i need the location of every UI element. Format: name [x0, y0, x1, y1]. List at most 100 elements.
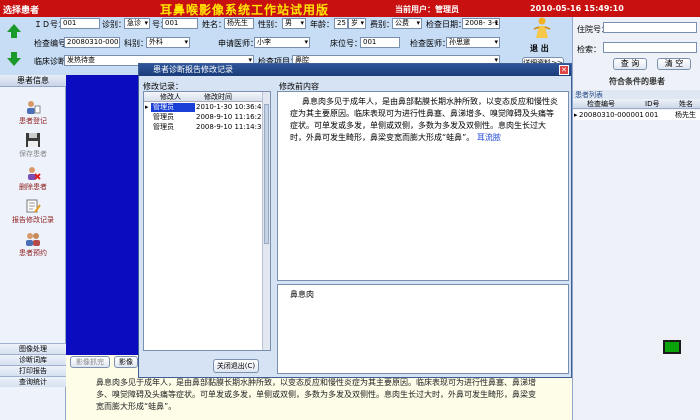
arrow-up-icon[interactable] — [6, 23, 22, 39]
age-input[interactable]: 25 — [334, 18, 348, 29]
exam-no-input[interactable]: 20080310-000001 — [64, 37, 120, 48]
records-scrollbar[interactable] — [262, 92, 270, 350]
records-table: 修改人 修改时间 ▸ 管理员 2010-1-30 10:36:41 管理员 20… — [143, 91, 271, 351]
result-title: 符合条件的患者 — [609, 77, 665, 86]
col-modifier: 修改人 — [160, 93, 181, 101]
query-button[interactable]: 查 询 — [613, 58, 647, 70]
name-label: 姓名： — [202, 20, 226, 29]
record-row[interactable]: 管理员 2008-9-10 11:16:27 — [144, 113, 266, 122]
age-unit-select[interactable]: 岁 — [348, 18, 366, 29]
content-after: 鼻息肉 — [277, 284, 569, 374]
no-input[interactable]: 001 — [162, 18, 198, 29]
fee-label: 费别： — [370, 20, 394, 29]
col-exam-no: 检查编号 — [587, 100, 615, 108]
exit-label: 退 出 — [530, 44, 549, 53]
datetime: 2010-05-16 15:49:10 — [530, 4, 624, 13]
date-label: 检查日期： — [426, 20, 466, 29]
col-name: 姓名 — [679, 100, 693, 108]
app-title: 耳鼻喉影像系统工作站试用版 — [160, 3, 330, 17]
sidebar-item-register[interactable]: 患者登记 — [0, 99, 66, 126]
exam-doctor-select[interactable]: 孙思邈 — [446, 37, 500, 48]
fee-select[interactable]: 公费 — [392, 18, 422, 29]
id-input[interactable]: 001 — [60, 18, 100, 29]
bed-label: 床位号： — [330, 39, 362, 48]
patient-list-title: 患者列表 — [573, 90, 700, 99]
sidebar-bottom-print[interactable]: 打印报告 — [0, 365, 66, 376]
record-time: 2010-1-30 10:36:41 — [196, 103, 266, 111]
row-id: 001 — [645, 111, 659, 119]
panel-title: 选择患者 — [3, 6, 40, 16]
row-name: 杨先生 — [675, 111, 696, 119]
content-before: 鼻息肉多见于成年人，是由鼻部黏膜长期水肿所致，以变态反应和慢性炎症为其主要原因。… — [277, 91, 569, 281]
person-exit-icon — [533, 17, 551, 38]
sidebar-label-register: 患者登记 — [19, 117, 47, 125]
title-bar: 选择患者 耳鼻喉影像系统工作站试用版 当前用户：管理员 2010-05-16 1… — [0, 0, 700, 17]
register-user-icon — [27, 101, 41, 114]
dept-label: 科别： — [124, 39, 148, 48]
content-after-text: 鼻息肉 — [290, 290, 314, 299]
appointment-icon — [26, 233, 40, 246]
bed-input[interactable]: 001 — [360, 37, 400, 48]
row-pointer-icon: ▸ — [145, 103, 149, 111]
record-row[interactable]: 管理员 2008-9-10 11:14:36 — [144, 123, 266, 132]
record-modifier: 管理员 — [153, 123, 174, 131]
sidebar-label-save: 保存患者 — [19, 150, 47, 158]
delete-user-icon — [28, 167, 41, 180]
search-input[interactable] — [603, 42, 697, 53]
record-modifier: 管理员 — [153, 113, 174, 121]
date-picker[interactable]: 2008- 3-10 — [462, 18, 500, 29]
sidebar-label-report-history: 报告修改记录 — [12, 216, 54, 224]
records-header: 修改人 修改时间 — [144, 92, 262, 102]
exit-button[interactable]: 退 出 — [524, 17, 560, 53]
sidebar-item-delete[interactable]: 删除患者 — [0, 165, 66, 192]
dialog-title: 患者诊断报告修改记录 — [153, 65, 233, 74]
sidebar-item-report-history[interactable]: 报告修改记录 — [0, 198, 66, 225]
close-exit-button[interactable]: 关闭退出(C) — [213, 359, 259, 373]
report-edit-icon — [26, 199, 41, 213]
report-history-dialog: 患者诊断报告修改记录 ✕ 修改记录： 修改人 修改时间 ▸ 管理员 2010-1… — [138, 63, 572, 378]
search-label: 检索： — [577, 45, 601, 54]
floppy-disk-icon — [26, 133, 40, 147]
gender-select[interactable]: 男 — [282, 18, 306, 29]
visit-label: 诊别： — [102, 20, 126, 29]
sidebar-item-save[interactable]: 保存患者 — [0, 132, 66, 159]
record-time: 2008-9-10 11:14:36 — [196, 123, 266, 131]
col-id: ID号 — [645, 100, 660, 108]
record-time: 2008-9-10 11:16:27 — [196, 113, 266, 121]
doctor-label: 申请医师： — [218, 39, 258, 48]
content-link[interactable]: 耳流脓 — [477, 133, 501, 142]
sidebar-bottom-image[interactable]: 图像处理 — [0, 343, 66, 354]
records-scroll-thumb[interactable] — [264, 104, 269, 244]
sidebar-header: 患者信息 — [0, 75, 66, 87]
report-doc-text: 鼻息肉多见于成年人，是由鼻部黏膜长期水肿所致，以变态反应和慢性炎症为其主要原因。… — [96, 378, 536, 411]
image-capture-button[interactable]: 影像抓完 — [70, 356, 110, 368]
record-modifier: 管理员 — [151, 103, 195, 112]
gender-label: 性别： — [258, 20, 282, 29]
clear-button[interactable]: 清 空 — [657, 58, 691, 70]
dept-select[interactable]: 外科 — [146, 37, 190, 48]
arrow-down-icon[interactable] — [6, 51, 22, 67]
right-panel: 住院号： 检索： 查 询 清 空 符合条件的患者 患者列表 检查编号 ID号 姓… — [572, 17, 700, 420]
patient-list-header: 检查编号 ID号 姓名 — [573, 99, 700, 109]
image-button[interactable]: 影像 — [114, 356, 138, 368]
dialog-titlebar: 患者诊断报告修改记录 ✕ — [139, 64, 571, 76]
sidebar-bottom-stats[interactable]: 查询统计 — [0, 376, 66, 387]
status-indicator — [663, 340, 681, 354]
current-user: 当前用户：管理员 — [395, 5, 459, 14]
row-exam-no: 20080310-000001 — [579, 111, 644, 119]
doctor-select[interactable]: 小李 — [254, 37, 310, 48]
sidebar-label-delete: 删除患者 — [19, 183, 47, 191]
age-label: 年龄： — [310, 20, 334, 29]
left-sidebar: 患者信息 患者登记 保存患者 删除患者 报告修改记录 患者预约 图像处理 诊断词… — [0, 75, 66, 420]
record-row[interactable]: ▸ 管理员 2010-1-30 10:36:41 — [144, 103, 266, 112]
sidebar-bottom-dictionary[interactable]: 诊断词库 — [0, 354, 66, 365]
hospital-no-input[interactable] — [603, 22, 697, 33]
sidebar-item-appointment[interactable]: 患者预约 — [0, 231, 66, 258]
dialog-close-icon[interactable]: ✕ — [559, 65, 569, 75]
content-before-text: 鼻息肉多见于成年人，是由鼻部黏膜长期水肿所致，以变态反应和慢性炎症为其主要原因。… — [290, 97, 558, 142]
patient-list-row[interactable]: ▸ 20080310-000001 001 杨先生 — [573, 110, 700, 120]
visit-select[interactable]: 急诊 — [124, 18, 150, 29]
sidebar-label-appointment: 患者预约 — [19, 249, 47, 257]
col-modify-time: 修改时间 — [204, 93, 232, 101]
name-input[interactable]: 杨先生 — [224, 18, 254, 29]
